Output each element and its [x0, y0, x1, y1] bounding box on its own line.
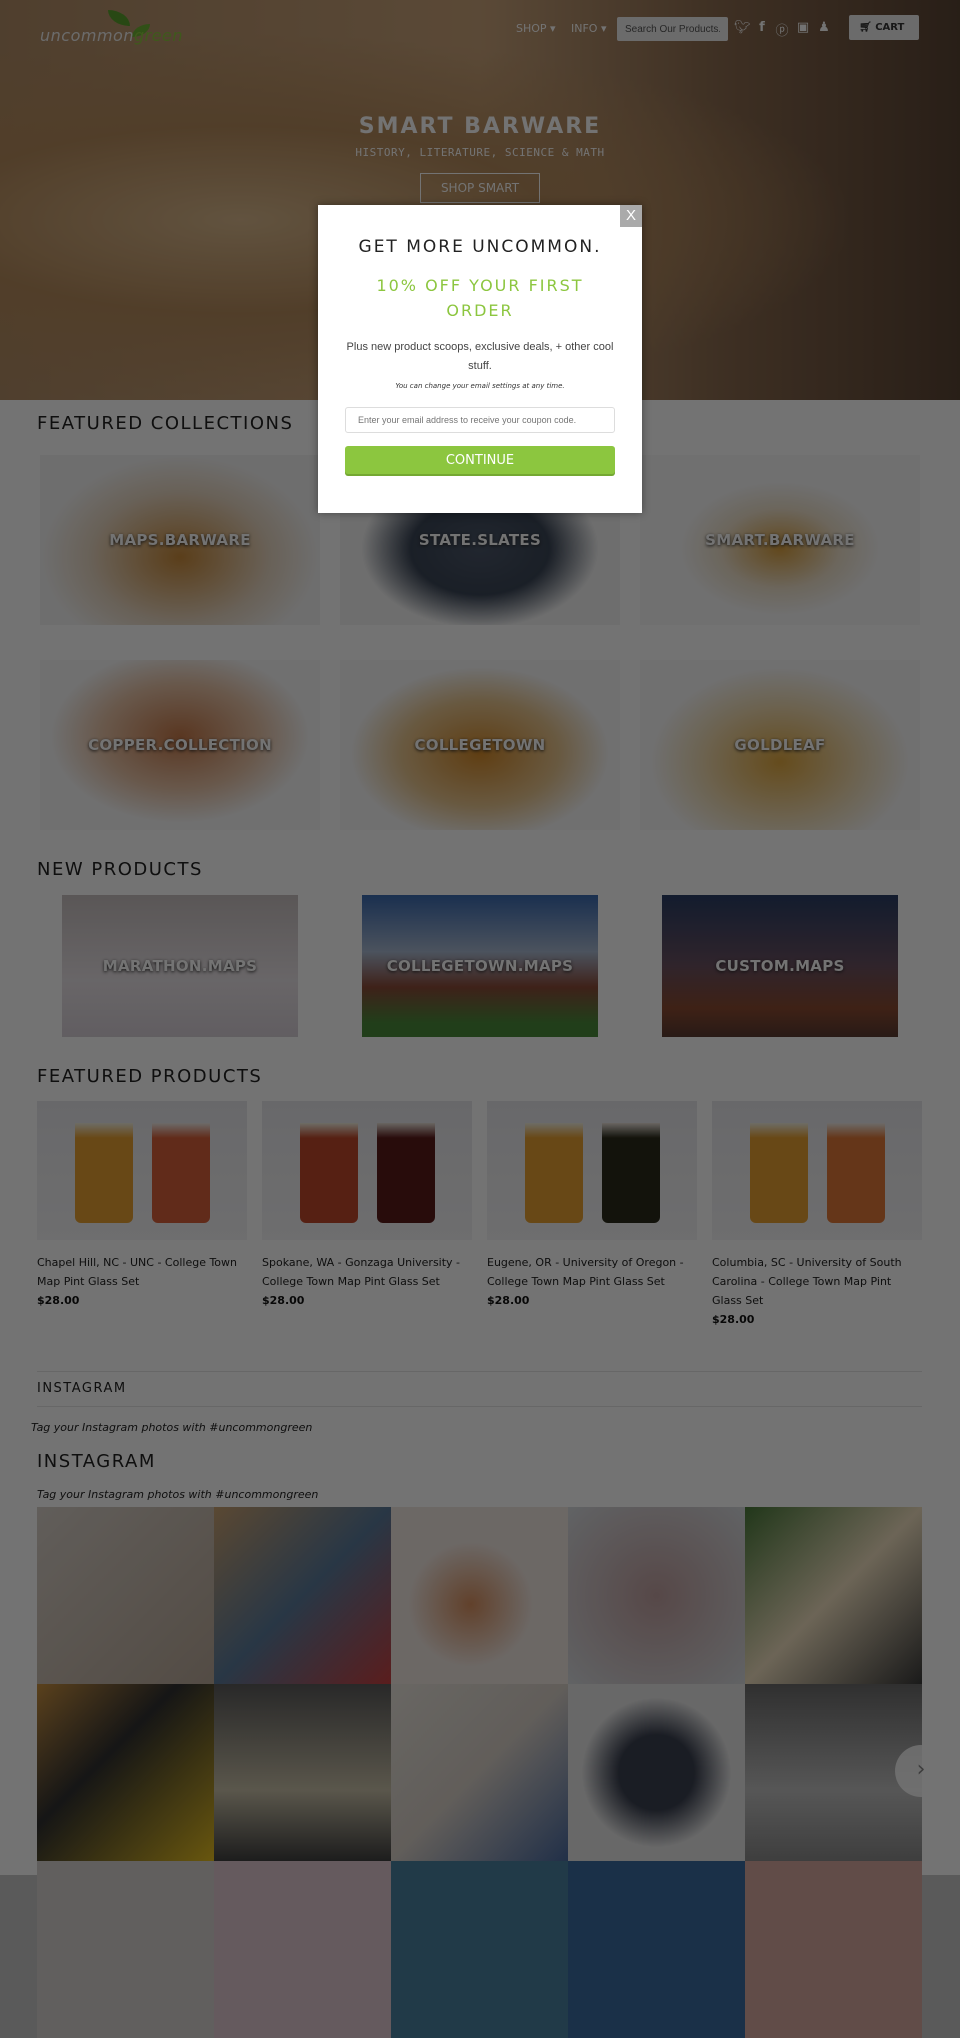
product-title[interactable]: Spokane, WA - Gonzaga University - Colle…: [262, 1253, 462, 1291]
instagram-photo[interactable]: [391, 1861, 568, 2038]
logo-text-green: green: [133, 26, 184, 45]
section-title: FEATURED COLLECTIONS: [37, 413, 294, 434]
hero-title: SMART BARWARE: [358, 114, 602, 139]
hero-subtitle: HISTORY, LITERATURE, SCIENCE & MATH: [355, 146, 605, 159]
instagram-photo[interactable]: [214, 1507, 391, 1684]
instagram-photo[interactable]: [391, 1684, 568, 1861]
continue-button[interactable]: CONTINUE: [345, 446, 615, 474]
modal-title: GET MORE UNCOMMON.: [358, 237, 602, 257]
instagram-photo[interactable]: [214, 1861, 391, 2038]
divider: [37, 1371, 922, 1372]
product-title[interactable]: Columbia, SC - University of South Carol…: [712, 1253, 912, 1310]
instagram-photo[interactable]: [37, 1507, 214, 1684]
instagram-photo[interactable]: [568, 1507, 745, 1684]
collection-goldleaf[interactable]: GOLDLEAF: [640, 660, 920, 830]
instagram-photo[interactable]: [568, 1684, 745, 1861]
email-input[interactable]: [345, 407, 615, 433]
logo-text: uncommon: [40, 26, 134, 45]
instagram-next-button[interactable]: ›: [895, 1745, 947, 1797]
instagram-heading: INSTAGRAM: [37, 1451, 156, 1472]
facebook-icon[interactable]: f: [755, 20, 769, 35]
instagram-tag-text: Tag your Instagram photos with #uncommon…: [37, 1488, 319, 1501]
section-title: FEATURED PRODUCTS: [37, 1066, 263, 1087]
instagram-photo[interactable]: [745, 1507, 922, 1684]
product-price: $28.00: [262, 1294, 305, 1307]
product-title[interactable]: Chapel Hill, NC - UNC - College Town Map…: [37, 1253, 237, 1291]
product-image[interactable]: [487, 1101, 697, 1240]
instagram-photo[interactable]: [214, 1684, 391, 1861]
logo[interactable]: uncommongreen: [40, 26, 183, 45]
collection-smart-barware[interactable]: SMART.BARWARE: [640, 455, 920, 625]
product-card[interactable]: Spokane, WA - Gonzaga University - Colle…: [262, 1253, 462, 1310]
pinterest-icon[interactable]: ⓟ: [775, 20, 789, 39]
cart-label: CART: [875, 22, 905, 33]
product-image[interactable]: [712, 1101, 922, 1240]
cart-button[interactable]: 🛒︎ CART: [849, 15, 919, 40]
collection-collegetown[interactable]: COLLEGETOWN: [340, 660, 620, 830]
modal-body: Plus new product scoops, exclusive deals…: [346, 341, 614, 372]
instagram-icon[interactable]: ▣: [796, 20, 810, 35]
instagram-photo[interactable]: [568, 1861, 745, 2038]
search-input[interactable]: [617, 17, 728, 41]
shop-smart-button[interactable]: SHOP SMART: [420, 173, 540, 203]
nav-shop[interactable]: SHOP ▾: [516, 22, 556, 35]
instagram-photo[interactable]: [745, 1861, 922, 2038]
close-button[interactable]: X: [620, 205, 642, 227]
section-title: NEW PRODUCTS: [37, 859, 203, 880]
product-image[interactable]: [37, 1101, 247, 1240]
user-icon[interactable]: ♟: [817, 20, 831, 35]
divider: [37, 1406, 922, 1407]
nav-info[interactable]: INFO ▾: [571, 22, 606, 35]
modal-note: You can change your email settings at an…: [395, 382, 565, 390]
product-price: $28.00: [487, 1294, 530, 1307]
new-product-marathon-maps[interactable]: MARATHON.MAPS: [62, 895, 298, 1037]
instagram-photo[interactable]: [37, 1684, 214, 1861]
product-card[interactable]: Columbia, SC - University of South Carol…: [712, 1253, 912, 1329]
product-price: $28.00: [712, 1313, 755, 1326]
instagram-tag-text: Tag your Instagram photos with #uncommon…: [31, 1421, 313, 1434]
product-title[interactable]: Eugene, OR - University of Oregon - Coll…: [487, 1253, 687, 1291]
product-card[interactable]: Chapel Hill, NC - UNC - College Town Map…: [37, 1253, 237, 1310]
instagram-heading-small: INSTAGRAM: [37, 1381, 127, 1396]
collection-maps-barware[interactable]: MAPS.BARWARE: [40, 455, 320, 625]
collection-copper[interactable]: COPPER.COLLECTION: [40, 660, 320, 830]
product-card[interactable]: Eugene, OR - University of Oregon - Coll…: [487, 1253, 687, 1310]
new-product-custom-maps[interactable]: CUSTOM.MAPS: [662, 895, 898, 1037]
modal-offer: 10% OFF YOUR FIRST ORDER: [376, 276, 584, 320]
twitter-icon[interactable]: 🐦︎: [734, 20, 751, 35]
newsletter-modal: X GET MORE UNCOMMON. 10% OFF YOUR FIRST …: [318, 205, 642, 513]
chevron-right-icon: ›: [916, 1757, 926, 1782]
instagram-photo[interactable]: [391, 1507, 568, 1684]
new-product-collegetown-maps[interactable]: COLLEGETOWN.MAPS: [362, 895, 598, 1037]
product-image[interactable]: [262, 1101, 472, 1240]
instagram-photo[interactable]: [37, 1861, 214, 2038]
cart-icon: 🛒︎: [859, 22, 876, 33]
product-price: $28.00: [37, 1294, 80, 1307]
